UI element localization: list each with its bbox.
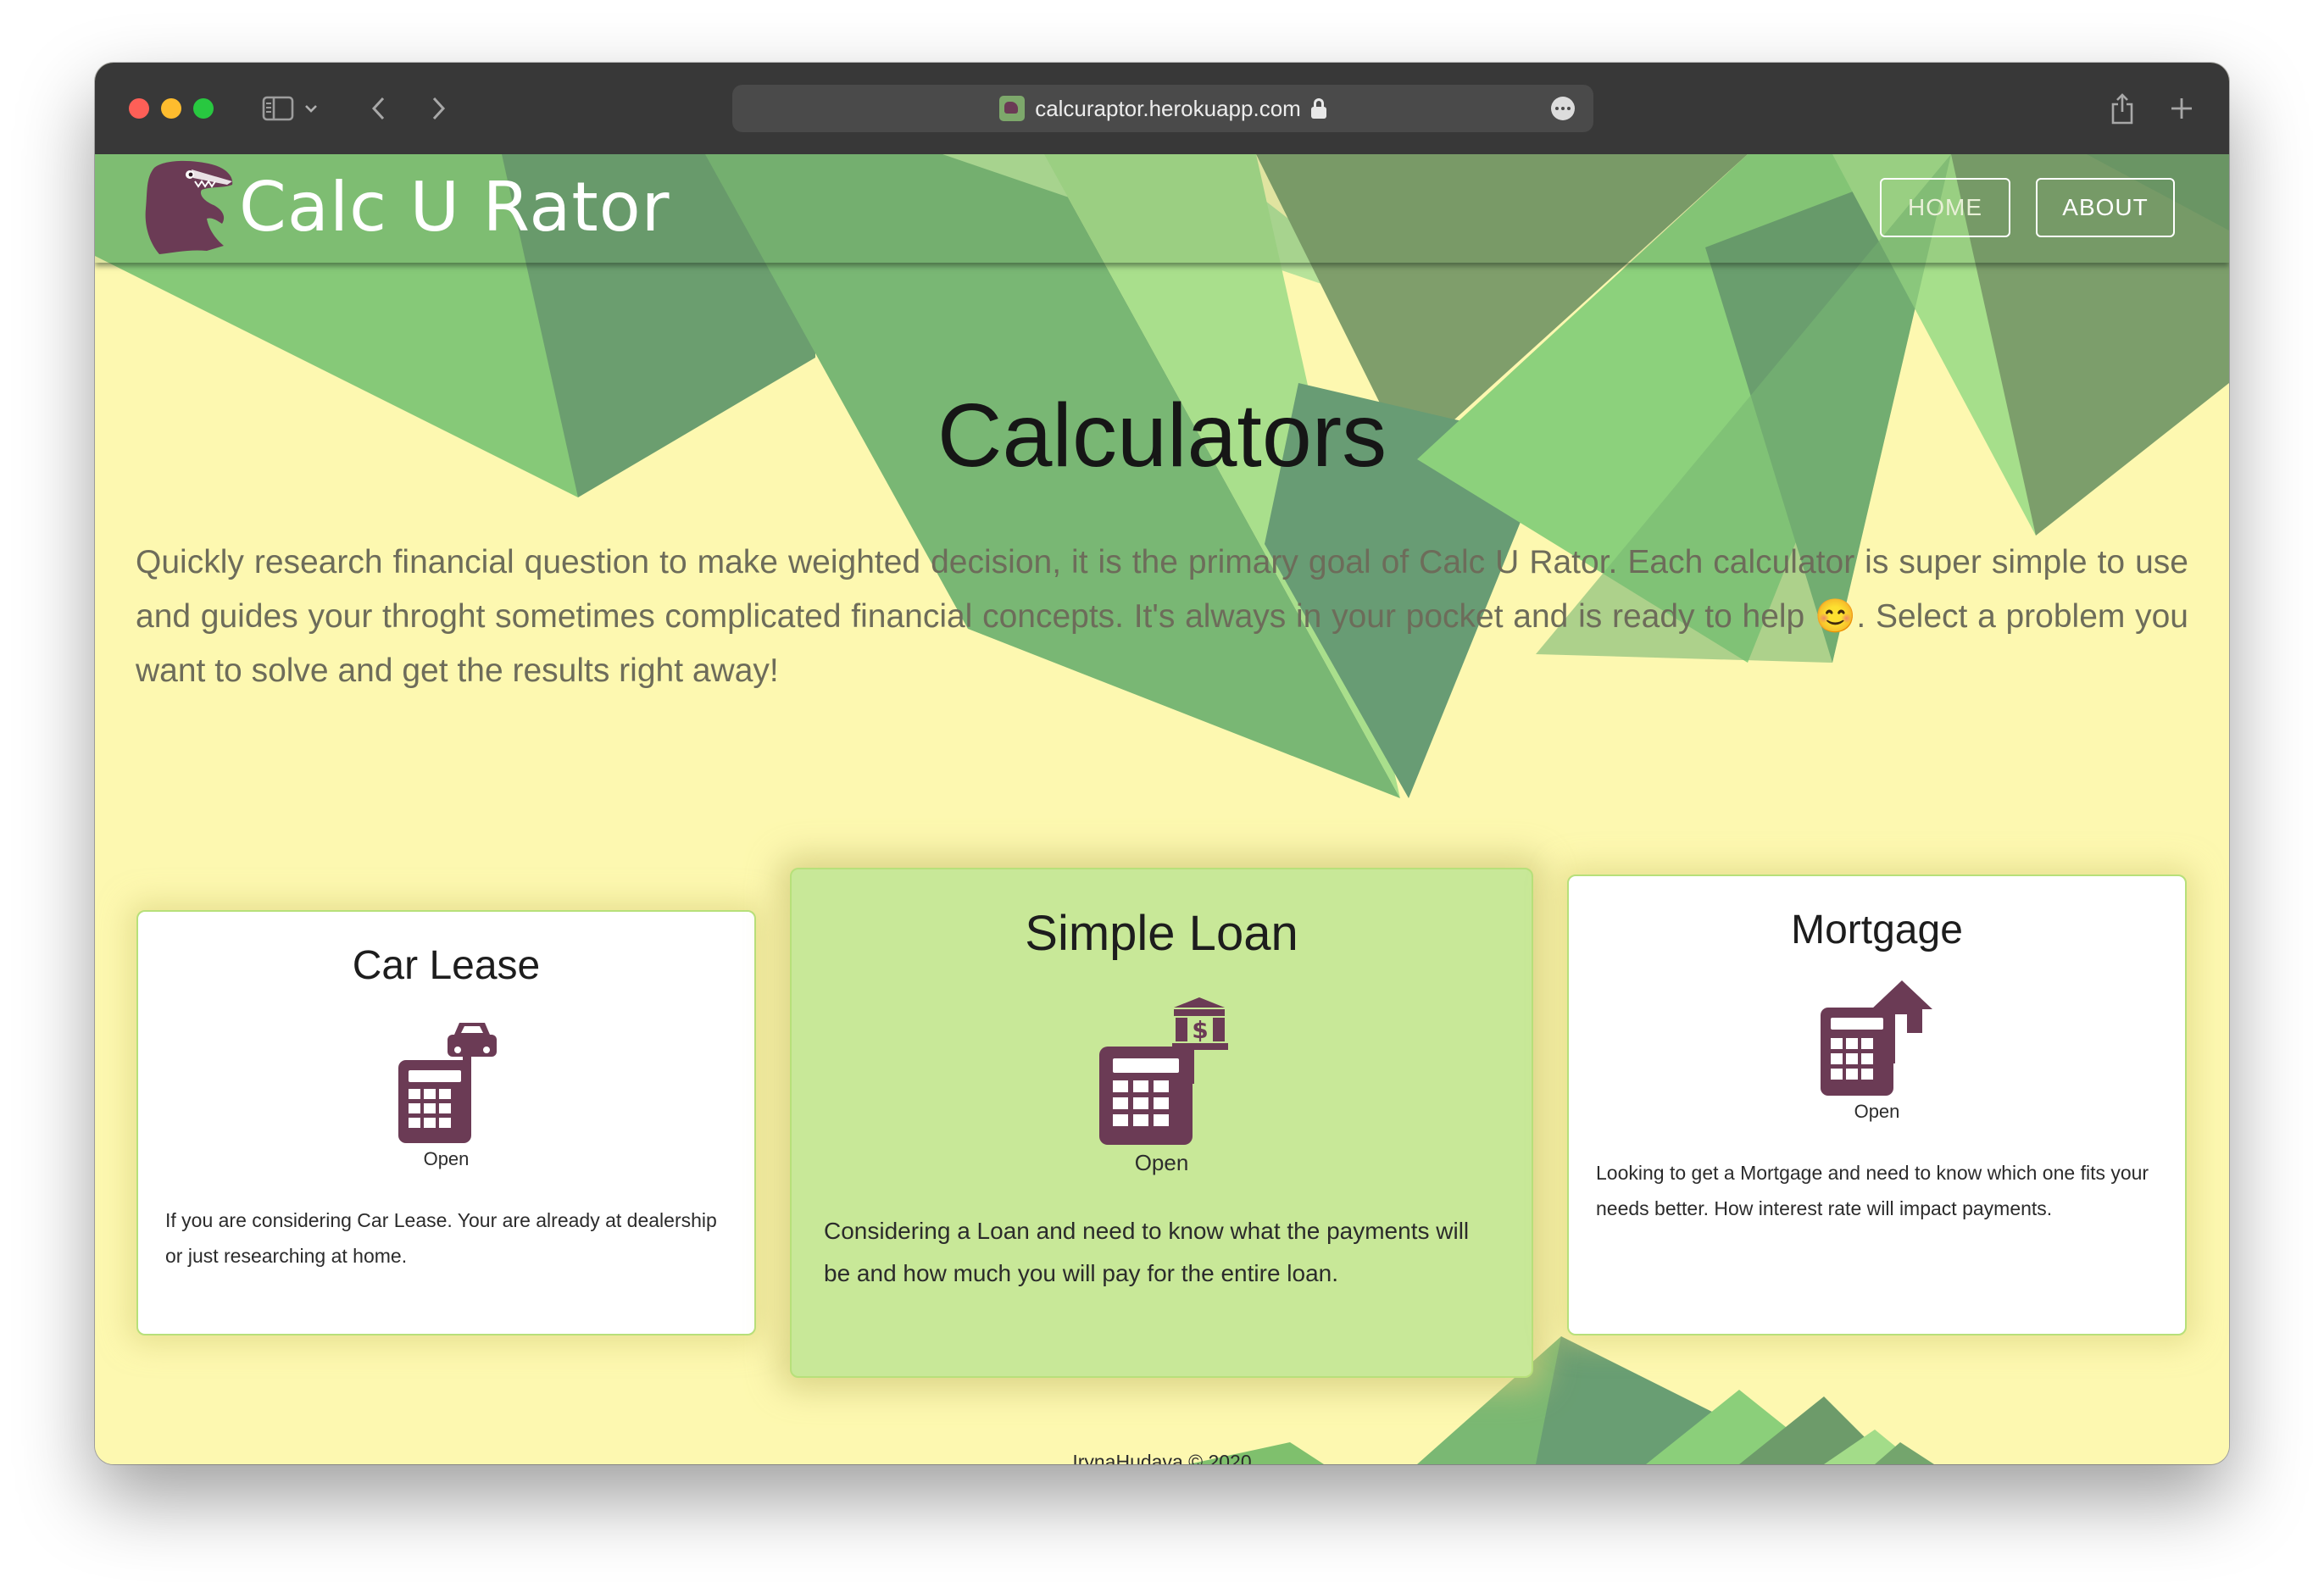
address-bar[interactable]: calcuraptor.herokuapp.com	[732, 85, 1593, 132]
browser-toolbar: calcuraptor.herokuapp.com	[95, 63, 2229, 155]
card-description: Considering a Loan and need to know what…	[824, 1218, 1470, 1286]
forward-icon[interactable]	[424, 88, 453, 129]
lock-icon	[1310, 98, 1326, 119]
calculator-bank-icon[interactable]: $	[1094, 996, 1230, 1147]
card-title: Car Lease	[352, 943, 541, 988]
car-lease-card[interactable]: Car Lease Open If you are considering Ca…	[136, 910, 756, 1335]
simple-loan-card[interactable]: Simple Loan $ Open Considering a Loan an…	[790, 868, 1533, 1378]
chevron-down-icon[interactable]	[302, 88, 320, 129]
site-navbar: Calc U Rator HOME ABOUT	[95, 154, 2229, 263]
url-text: calcuraptor.herokuapp.com	[1035, 95, 1301, 121]
minimize-window-button[interactable]	[161, 98, 181, 119]
more-icon[interactable]	[1551, 97, 1575, 120]
share-icon[interactable]	[2107, 88, 2138, 129]
back-icon[interactable]	[364, 88, 393, 129]
close-window-button[interactable]	[129, 98, 149, 119]
card-title: Mortgage	[1791, 908, 1963, 952]
card-description: Looking to get a Mortgage and need to kn…	[1596, 1162, 2149, 1219]
open-link[interactable]: Open	[1569, 1101, 2185, 1123]
home-button[interactable]: HOME	[1880, 178, 2010, 237]
zoom-window-button[interactable]	[193, 98, 214, 119]
raptor-logo-icon[interactable]	[139, 158, 239, 256]
mortgage-card[interactable]: Mortgage Open Looking to get a Mortgage …	[1567, 875, 2187, 1335]
svg-text:$: $	[1192, 1016, 1208, 1044]
card-description: If you are considering Car Lease. Your a…	[165, 1209, 717, 1267]
open-link[interactable]: Open	[792, 1150, 1532, 1176]
card-title: Simple Loan	[1025, 906, 1298, 961]
sidebar-icon[interactable]	[261, 88, 295, 129]
calculator-house-icon[interactable]	[1814, 979, 1941, 1097]
open-link[interactable]: Open	[138, 1148, 754, 1170]
new-tab-icon[interactable]	[2166, 88, 2197, 129]
browser-window: calcuraptor.herokuapp.com Calc U Rator H…	[95, 63, 2229, 1464]
calculator-car-icon[interactable]	[392, 1018, 502, 1145]
site-favicon-icon	[999, 96, 1026, 121]
brand-title[interactable]: Calc U Rator	[239, 169, 670, 246]
page-title: Calculators	[937, 386, 1387, 486]
page-content: Calc U Rator HOME ABOUT Calculators Quic…	[95, 154, 2229, 1464]
intro-paragraph: Quickly research financial question to m…	[136, 544, 2188, 689]
about-button[interactable]: ABOUT	[2036, 178, 2175, 237]
footer-copyright: IrynaHudava © 2020	[1072, 1451, 1252, 1464]
